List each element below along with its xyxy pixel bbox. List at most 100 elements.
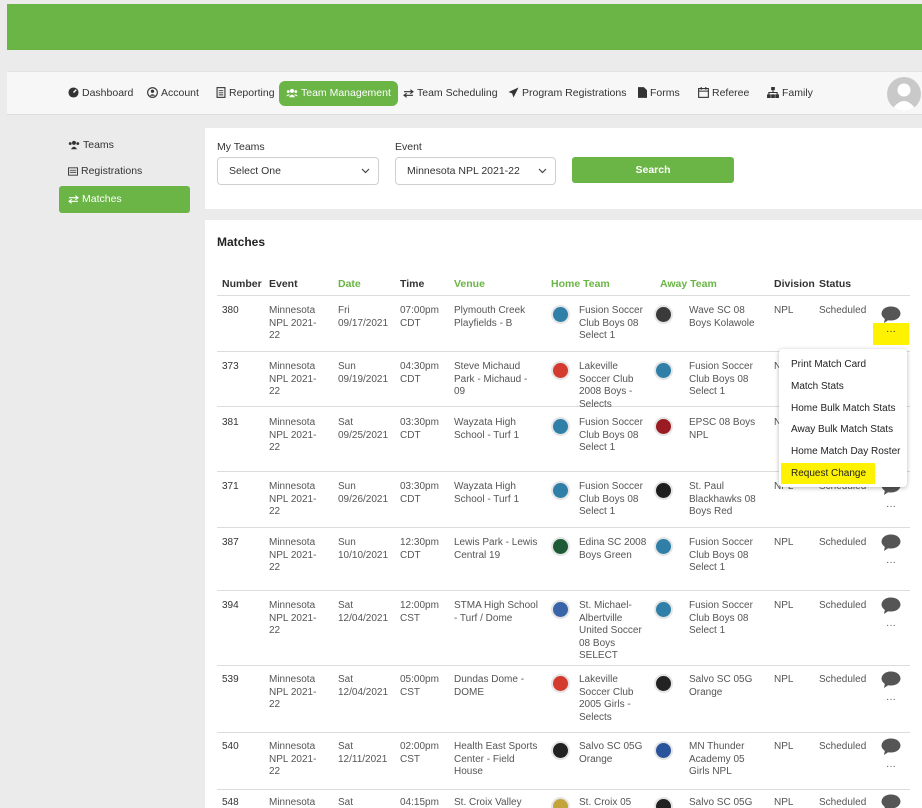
away-team-crest-icon [654,674,673,693]
search-button[interactable]: Search [572,157,734,183]
nav-team-scheduling[interactable]: Team Scheduling [396,81,505,106]
column-status: Status [819,278,852,290]
menu-item-away-bulk-match-stats[interactable]: Away Bulk Match Stats [791,424,893,435]
row-actions-button[interactable]: ··· [886,762,896,772]
nav-referee[interactable]: Referee [691,81,756,106]
match-time-cell: 07:00pm CDT [400,305,439,329]
nav-label: Reporting [229,87,275,99]
match-division-cell: NPL [774,741,794,752]
menu-item-match-stats[interactable]: Match Stats [791,381,844,392]
menu-item-home-bulk-match-stats[interactable]: Home Bulk Match Stats [791,403,895,414]
match-event-cell: Minnesota NPL 2021- 22 [269,481,317,517]
nav-forms[interactable]: Forms [631,81,687,106]
my-teams-select[interactable]: Select One [217,157,379,185]
home-team-crest-icon [551,674,570,693]
comment-icon[interactable] [881,794,901,808]
match-status-cell: Scheduled [819,797,867,808]
home-team-crest-icon [551,361,570,380]
menu-item-request-change[interactable]: Request Change [791,468,866,479]
nav-reporting[interactable]: Reporting [209,81,282,106]
comment-icon[interactable] [881,738,901,756]
match-away-cell: Fusion Soccer Club Boys 08 Select 1 [689,361,753,397]
family-icon [767,87,779,98]
comment-icon[interactable] [881,597,901,615]
match-time-cell: 04:15pm [400,797,439,808]
account-icon [147,87,158,98]
nav-dashboard[interactable]: Dashboard [61,81,140,106]
row-actions-button[interactable]: ··· [886,621,896,631]
match-time-cell: 12:00pm CST [400,600,439,624]
column-home-team[interactable]: Home Team [551,278,610,290]
match-number-cell: 539 [222,674,239,685]
match-venue-cell: Health East Sports Center - Field House [454,741,538,777]
dashboard-icon [68,87,79,98]
row-actions-button[interactable]: ··· [886,558,896,568]
user-avatar[interactable] [887,77,921,111]
swap-icon [403,89,414,98]
nav-label: Account [161,87,199,99]
match-event-cell: Minnesota NPL 2021- 22 [269,741,317,777]
nav-account[interactable]: Account [140,81,206,106]
away-team-crest-icon [654,741,673,760]
match-home-cell: St. Michael- Albertville United Soccer 08 B… [579,600,642,661]
match-venue-cell: STMA High School - Turf / Dome [454,600,538,624]
row-divider [217,665,910,666]
home-team-crest-icon [551,600,570,619]
nav-family[interactable]: Family [760,81,820,106]
match-away-cell: Salvo SC 05G Orange [689,674,753,698]
comment-icon[interactable] [881,306,901,324]
match-home-cell: Edina SC 2008 Boys Green [579,537,647,561]
menu-item-print-match-card[interactable]: Print Match Card [791,359,866,370]
row-actions-button[interactable]: ··· [873,323,909,345]
main-nav: Dashboard Account Reporting Team Managem… [7,71,922,115]
match-event-cell: Minnesota NPL 2021- 22 [269,674,317,710]
match-date-cell: Sat 12/04/2021 [338,600,389,624]
match-venue-cell: Lewis Park - Lewis Central 19 [454,537,538,561]
sidebar-item-registrations[interactable]: Registrations [59,158,190,185]
match-venue-cell: Wayzata High School - Turf 1 [454,481,520,505]
away-team-crest-icon [654,481,673,500]
comment-icon[interactable] [881,534,901,552]
away-team-crest-icon [654,600,673,619]
away-team-crest-icon [654,537,673,556]
match-time-cell: 02:00pm CST [400,741,439,765]
comment-icon[interactable] [881,671,901,689]
calendar-icon [698,87,709,98]
sidebar-item-matches[interactable]: Matches [59,186,190,213]
match-away-cell: MN Thunder Academy 05 Girls NPL [689,741,745,777]
event-select[interactable]: Minnesota NPL 2021-22 [395,157,556,185]
sidebar-item-label: Registrations [81,165,143,177]
match-venue-cell: Steve Michaud Park - Michaud -09 [454,361,528,397]
sidebar-item-teams[interactable]: Teams [59,132,190,159]
column-number: Number [222,278,262,290]
column-venue[interactable]: Venue [454,278,485,290]
nav-label: Referee [712,87,750,99]
my-teams-label: My Teams [217,141,265,153]
home-team-crest-icon [551,537,570,556]
send-icon [508,87,519,98]
my-teams-value: Select One [229,165,281,177]
menu-item-home-match-day-roster[interactable]: Home Match Day Roster [791,446,900,457]
match-home-cell: Fusion Soccer Club Boys 08 Select 1 [579,481,643,517]
match-away-cell: Salvo SC 05G [689,797,753,808]
match-status-cell: Scheduled [819,537,867,548]
match-division-cell: NPL [774,600,794,611]
column-date[interactable]: Date [338,278,361,290]
nav-team-management[interactable]: Team Management [279,81,398,106]
row-divider [217,527,910,528]
match-number-cell: 394 [222,600,239,611]
row-actions-button[interactable]: ··· [886,502,896,512]
row-actions-button[interactable]: ··· [886,695,896,705]
match-date-cell: Fri 09/17/2021 [338,305,389,329]
nav-label: Family [782,87,813,99]
chevron-down-icon [361,168,370,174]
column-away-team[interactable]: Away Team [660,278,717,290]
match-status-cell: Scheduled [819,674,867,685]
match-date-cell: Sun 09/19/2021 [338,361,389,385]
match-away-cell: EPSC 08 Boys NPL [689,417,756,441]
nav-program-registrations[interactable]: Program Registrations [501,81,633,106]
match-away-cell: Wave SC 08 Boys Kolawole [689,305,755,329]
match-division-cell: NPL [774,674,794,685]
nav-label: Team Management [301,87,391,99]
match-time-cell: 03:30pm CDT [400,417,439,441]
